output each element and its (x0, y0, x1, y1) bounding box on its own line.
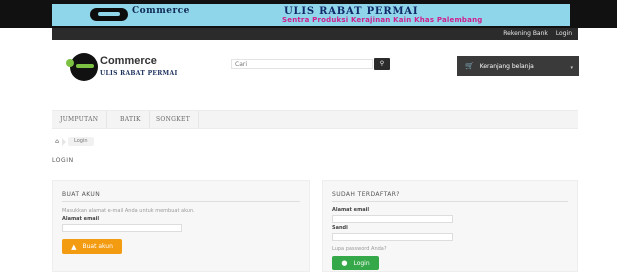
category-nav: JUMPUTAN BATIK SONGKET (52, 110, 578, 129)
search-icon: ⚲ (379, 60, 385, 67)
cart-icon: 🛒 (465, 62, 474, 70)
user-icon: ▲ (71, 242, 77, 251)
password-field[interactable] (332, 233, 453, 241)
nav-item-songket[interactable]: SONGKET (148, 111, 200, 128)
search-button[interactable]: ⚲ (374, 58, 390, 70)
lock-icon: ● (341, 259, 348, 267)
user-links: Rekening Bank Login (497, 30, 572, 37)
login-email-label: Alamat email (332, 207, 370, 213)
breadcrumb: ⌂ Login (52, 137, 94, 146)
breadcrumb-separator (62, 137, 66, 146)
user-bar: Rekening Bank Login (52, 28, 578, 40)
top-banner-bar: Commerce ULIS RABAT PERMAI Sentra Produk… (0, 0, 617, 28)
login-email-field[interactable] (332, 215, 453, 223)
page-title: LOGIN (52, 157, 74, 164)
create-account-title: BUAT AKUN (62, 191, 101, 198)
divider (62, 201, 300, 202)
banner-subtitle: Sentra Produksi Kerajinan Kain Khas Pale… (282, 16, 483, 24)
login-title: SUDAH TERDAFTAR? (332, 191, 400, 198)
logo-text-store[interactable]: ULIS RABAT PERMAI (100, 70, 178, 77)
create-account-button-label: Buat akun (82, 243, 113, 250)
search-input[interactable] (231, 59, 373, 69)
banner-logo-icon (90, 8, 128, 21)
create-account-instruction: Masukkan alamat e-mail Anda untuk membua… (62, 208, 195, 214)
store-banner[interactable]: Commerce ULIS RABAT PERMAI Sentra Produk… (52, 4, 570, 26)
store-logo-icon[interactable] (66, 53, 98, 81)
cart-button[interactable]: 🛒 Keranjang belanja ▾ (457, 56, 579, 76)
login-panel: SUDAH TERDAFTAR? Alamat email Sandi Lupa… (322, 180, 578, 272)
login-link[interactable]: Login (556, 30, 572, 37)
create-email-label: Alamat email (62, 216, 100, 222)
bank-account-link[interactable]: Rekening Bank (503, 30, 548, 37)
create-email-field[interactable] (62, 224, 182, 232)
nav-item-jumputan[interactable]: JUMPUTAN (52, 111, 108, 128)
create-account-panel: BUAT AKUN Masukkan alamat e-mail Anda un… (52, 180, 310, 272)
banner-brand-word: Commerce (132, 6, 190, 16)
cart-label: Keranjang belanja (479, 62, 534, 70)
login-button[interactable]: ● Login (332, 256, 379, 270)
breadcrumb-current: Login (68, 137, 94, 146)
chevron-down-icon: ▾ (570, 65, 573, 71)
login-button-label: Login (353, 259, 370, 267)
create-account-button[interactable]: ▲ Buat akun (62, 239, 122, 254)
page: Commerce ULIS RABAT PERMAI Sentra Produk… (0, 0, 617, 277)
nav-item-batik[interactable]: BATIK (112, 111, 150, 128)
password-label: Sandi (332, 225, 348, 231)
home-icon[interactable]: ⌂ (52, 137, 62, 146)
logo-text-commerce[interactable]: Commerce (100, 55, 157, 67)
forgot-password-link[interactable]: Lupa password Anda? (332, 246, 387, 252)
divider (332, 201, 568, 202)
